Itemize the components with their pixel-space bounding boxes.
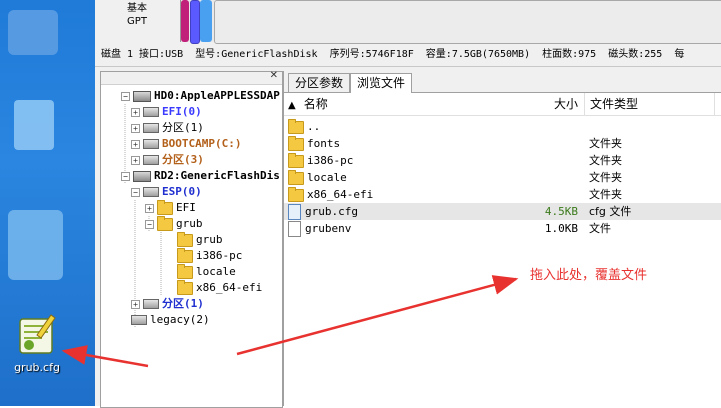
arrow-to-shortcut [61, 345, 149, 368]
arrow-to-file-list [236, 275, 519, 356]
drag-arrows [61, 275, 519, 368]
